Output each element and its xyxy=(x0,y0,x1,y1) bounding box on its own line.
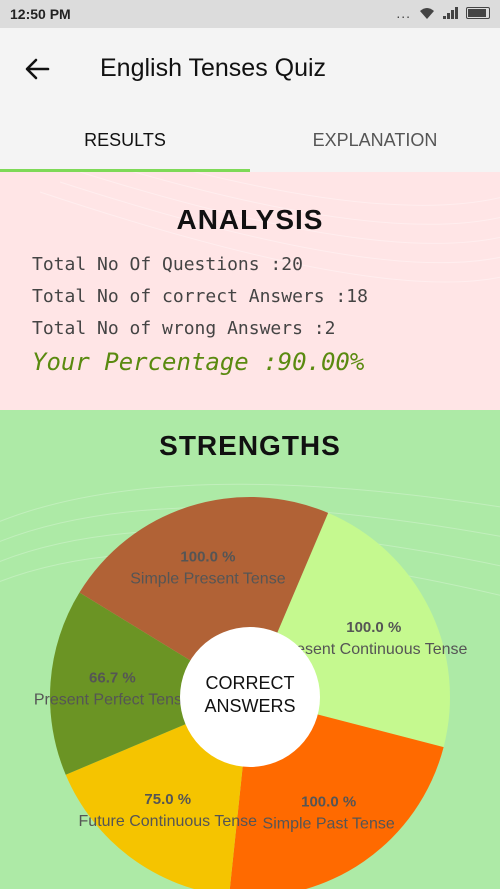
pie-value-label: 75.0 % xyxy=(144,791,191,808)
pie-category-label: Simple Past Tense xyxy=(263,815,395,832)
tab-results[interactable]: RESULTS xyxy=(0,110,250,172)
app-bar: English Tenses Quiz xyxy=(0,28,500,110)
pie-center-label: CORRECT xyxy=(206,673,295,693)
status-bar: 12:50 PM ... xyxy=(0,0,500,28)
status-time: 12:50 PM xyxy=(10,6,71,22)
correct-answers-text: Total No of correct Answers :18 xyxy=(32,286,368,307)
analysis-heading: ANALYSIS xyxy=(176,204,324,235)
percentage-text: Your Percentage :90.00% xyxy=(32,348,365,376)
status-icons: ... xyxy=(396,5,490,21)
wrong-answers-text: Total No of wrong Answers :2 xyxy=(32,318,336,339)
more-notifications-icon: ... xyxy=(396,5,411,21)
analysis-section: ANALYSIS Total No Of Questions :20 Total… xyxy=(0,172,500,410)
back-arrow-icon[interactable] xyxy=(22,54,52,84)
battery-icon xyxy=(466,7,490,19)
wifi-icon xyxy=(420,8,434,19)
pie-category-label: Future Continuous Tense xyxy=(79,813,258,830)
strengths-pie-chart: 100.0 % Present Continuous Tense 100.0 % Si… xyxy=(34,497,468,889)
tab-explanation[interactable]: EXPLANATION xyxy=(250,110,500,172)
page-title: English Tenses Quiz xyxy=(100,54,327,82)
signal-icon xyxy=(443,7,458,19)
pie-value-label: 100.0 % xyxy=(301,793,356,810)
pie-category-label: Present Perfect Tense xyxy=(34,692,191,709)
pie-value-label: 100.0 % xyxy=(346,619,401,636)
strengths-section: STRENGTHS 100.0 % Present Continuous Tens… xyxy=(0,410,500,889)
pie-category-label: Simple Present Tense xyxy=(130,571,285,588)
total-questions-text: Total No Of Questions :20 xyxy=(32,254,303,275)
pie-center-label: ANSWERS xyxy=(204,696,295,716)
pie-category-label: Present Continuous Tense xyxy=(280,641,467,658)
pie-value-label: 100.0 % xyxy=(180,549,235,566)
pie-value-label: 66.7 % xyxy=(89,670,136,687)
tab-bar: RESULTS EXPLANATION xyxy=(0,110,500,172)
